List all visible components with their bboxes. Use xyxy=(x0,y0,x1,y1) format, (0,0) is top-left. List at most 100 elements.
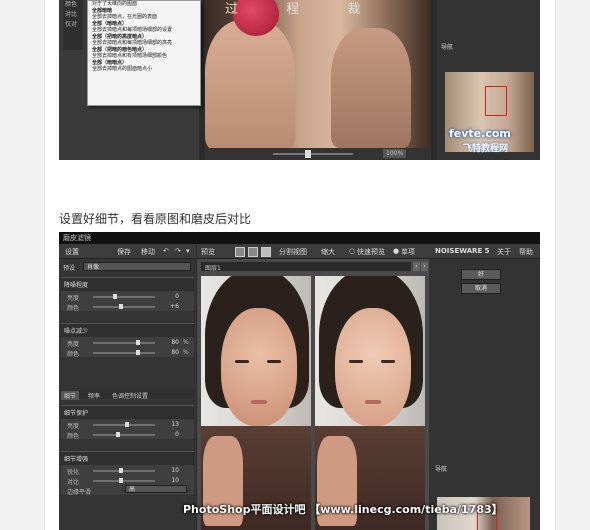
navigator-panel: 导航 fevte.com 飞特教程网 xyxy=(437,0,540,160)
slider-track[interactable] xyxy=(93,306,155,308)
delete-button[interactable]: 移动 xyxy=(141,247,155,257)
action-panel: 好 取消 导航 xyxy=(429,259,540,530)
split-view-label[interactable]: 分割视图 xyxy=(279,247,307,257)
save-button[interactable]: 保存 xyxy=(117,247,131,257)
slider-row: 亮度 80% xyxy=(61,337,194,348)
zoom-select[interactable]: 100% xyxy=(383,149,407,158)
tab-item[interactable]: 颜色 xyxy=(63,0,83,10)
section-header[interactable]: 降噪程度 xyxy=(61,278,194,291)
preset-label: 预设 xyxy=(63,265,76,272)
navigator-label: 导航 xyxy=(435,466,448,473)
slider-track[interactable] xyxy=(93,352,155,354)
menu-item[interactable]: 全部去掉暗点和每项暗场细部的设置 xyxy=(88,27,200,33)
tab-item[interactable]: 仅对 xyxy=(63,20,83,30)
slider-knob[interactable] xyxy=(118,478,123,483)
screenshot-before: 颜色 对比 仅对 对于了大维向的图面 全部暗暗 全部去掉暗点，在光圈的表面 全部（暗暗… xyxy=(59,0,540,160)
preset-select[interactable]: 肖像 xyxy=(83,262,191,271)
slider-row: 亮度 13 xyxy=(61,419,194,430)
slider-track[interactable] xyxy=(93,296,155,298)
slider-track[interactable] xyxy=(93,480,155,482)
slider-knob[interactable] xyxy=(135,350,140,355)
slider-knob[interactable] xyxy=(112,294,117,299)
slider-row: 颜色 0 xyxy=(61,429,194,440)
section-header[interactable]: 噪点减少 xyxy=(61,324,194,337)
prev-icon[interactable]: ‹ xyxy=(413,262,420,271)
slider-value[interactable]: 10 xyxy=(161,477,179,484)
slider-value[interactable]: 0 xyxy=(161,431,179,438)
navigator-viewport-rect[interactable] xyxy=(485,86,507,116)
menu-item[interactable]: 全部去掉暗点的图面暗点小 xyxy=(88,66,200,72)
help-button[interactable]: 帮助 xyxy=(519,247,533,257)
detail-tabs: 细节 频率 色调控制设置 xyxy=(61,390,194,400)
tab-detail[interactable]: 细节 xyxy=(61,391,80,400)
layer-path-bar: 图层1 xyxy=(201,262,411,272)
slider-knob[interactable] xyxy=(135,340,140,345)
single-view-icon[interactable] xyxy=(235,247,245,257)
cancel-button[interactable]: 取消 xyxy=(461,283,501,294)
brand-logo: NOISEWARE 5 xyxy=(435,247,490,255)
tab-frequency[interactable]: 频率 xyxy=(85,391,103,400)
noise-level-section: 降噪程度 亮度 0 颜色 +6 xyxy=(61,277,194,312)
slider-track[interactable] xyxy=(93,342,155,344)
menu-item[interactable]: 全部去掉暗点和每项暗场细部的高亮 xyxy=(88,40,200,46)
slider-track[interactable] xyxy=(93,434,155,436)
slider-row: 颜色 +6 xyxy=(61,301,194,312)
mouth-shape xyxy=(251,400,267,404)
edge-smoothing-label: 边缘平滑 xyxy=(67,489,92,496)
about-button[interactable]: 关于 xyxy=(497,247,511,257)
section-header[interactable]: 细节增强 xyxy=(61,452,194,465)
slider-knob[interactable] xyxy=(118,468,123,473)
dropdown-icon[interactable]: ▾ xyxy=(186,247,190,255)
redo-icon[interactable]: ↷ xyxy=(175,247,181,255)
menu-item[interactable]: 全部去掉暗点，在光圈的表面 xyxy=(88,14,200,20)
edge-smoothing-row: 边缘平滑 高 xyxy=(61,485,194,496)
slider-value[interactable]: 10 xyxy=(161,467,179,474)
detail-protect-section: 细节保护 亮度 13 颜色 0 xyxy=(61,405,194,440)
undo-icon[interactable]: ↶ xyxy=(163,247,169,255)
section-header[interactable]: 细节保护 xyxy=(61,406,194,419)
slider-knob[interactable] xyxy=(125,422,130,427)
fast-preview-label[interactable]: 快速预览 xyxy=(357,247,385,257)
zoom-button[interactable]: 缩大 xyxy=(321,247,335,257)
zoom-slider-track[interactable] xyxy=(273,153,353,155)
slider-value[interactable]: 0 xyxy=(161,293,179,300)
slider-label: 颜色 xyxy=(67,305,80,312)
noise-reduction-section: 噪点减少 亮度 80% 颜色 80% xyxy=(61,323,194,358)
slider-value[interactable]: +6 xyxy=(161,303,179,310)
slider-knob[interactable] xyxy=(118,304,123,309)
slider-value[interactable]: 80 xyxy=(161,339,179,346)
next-icon[interactable]: › xyxy=(421,262,428,271)
navigator-label: 导航 xyxy=(441,44,454,51)
single-radio[interactable]: ● xyxy=(393,247,399,255)
slider-row: 锐化 10 xyxy=(61,465,194,476)
tab-item[interactable]: 对比 xyxy=(63,10,83,20)
menu-item[interactable]: 全部去掉暗点和有项暗场细部颜色 xyxy=(88,53,200,59)
single-label[interactable]: 单项 xyxy=(401,247,415,257)
split-h-view-icon[interactable] xyxy=(248,247,258,257)
settings-label: 设置 xyxy=(65,248,79,256)
left-tabs: 颜色 对比 仅对 xyxy=(63,0,83,50)
eye-shape xyxy=(235,360,249,363)
site-logo: fevte.com xyxy=(449,127,511,140)
slider-unit: % xyxy=(183,339,189,346)
fast-preview-radio[interactable]: ○ xyxy=(349,247,355,255)
menu-item[interactable]: 对于了大维向的图面 xyxy=(88,1,200,7)
eye-shape xyxy=(267,360,281,363)
hand-shape xyxy=(331,28,411,148)
edge-smoothing-select[interactable]: 高 xyxy=(125,485,187,493)
zoom-slider-knob[interactable] xyxy=(305,150,311,158)
slider-label: 颜色 xyxy=(67,351,80,358)
tab-tone[interactable]: 色调控制设置 xyxy=(109,391,151,400)
slider-row: 对比 10 xyxy=(61,475,194,486)
forum-watermark: PhotoShop平面设计吧 【www.linecg.com/tieba/178… xyxy=(183,503,503,516)
split-v-view-icon[interactable] xyxy=(261,247,271,257)
slider-track[interactable] xyxy=(93,470,155,472)
slider-value[interactable]: 80 xyxy=(161,349,179,356)
slider-knob[interactable] xyxy=(115,432,120,437)
slider-track[interactable] xyxy=(93,424,155,426)
slider-value[interactable]: 13 xyxy=(161,421,179,428)
face-shape xyxy=(335,308,411,426)
preset-context-menu: 对于了大维向的图面 全部暗暗 全部去掉暗点，在光圈的表面 全部（暗暗点） 全部去掉暗点和… xyxy=(87,0,201,106)
slider-unit: % xyxy=(183,349,189,356)
ok-button[interactable]: 好 xyxy=(461,269,501,280)
